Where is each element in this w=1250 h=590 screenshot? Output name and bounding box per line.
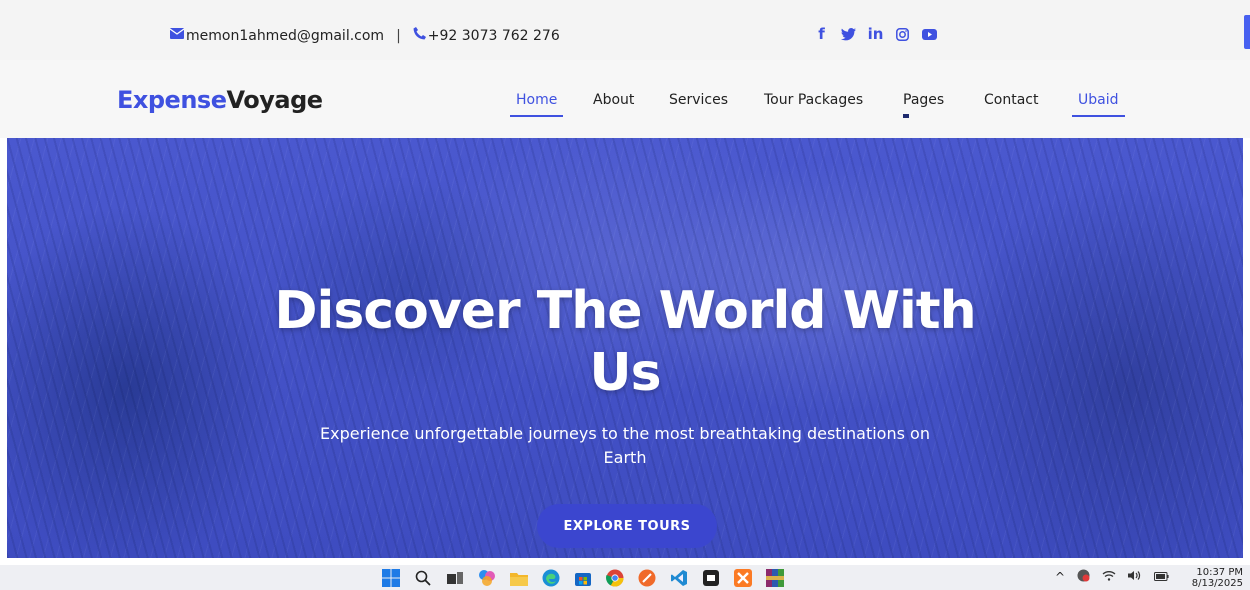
clock-time: 10:37 PM (1196, 567, 1243, 578)
envelope-icon (169, 28, 185, 43)
nav-contact-label: Contact (984, 92, 1039, 108)
file-explorer-icon[interactable] (508, 567, 530, 589)
hero-title-line1: Discover The World With (274, 281, 976, 341)
youtube-icon[interactable] (916, 24, 943, 44)
clock-date: 8/13/2025 (1191, 578, 1243, 589)
back-to-top-tab[interactable] (1244, 15, 1250, 49)
nav-home-label: Home (516, 92, 558, 108)
hero-subtitle: Experience unforgettable journeys to the… (275, 422, 975, 470)
system-tray: ^ (1055, 569, 1169, 585)
taskbar-apps (380, 566, 786, 590)
winrar-icon[interactable] (764, 567, 786, 589)
dropdown-indicator (903, 114, 909, 118)
chrome-icon[interactable] (604, 567, 626, 589)
hero-title: Discover The World With Us (7, 280, 1243, 404)
nav-tour-packages-label: Tour Packages (764, 92, 864, 108)
nav-user-ubaid[interactable]: Ubaid (1072, 90, 1125, 120)
contact-info: memon1ahmed@gmail.com | +92 3073 762 276 (169, 27, 560, 44)
hero-subtitle-line1: Experience unforgettable journeys to the… (320, 424, 930, 443)
windows-start-icon[interactable] (380, 567, 402, 589)
email-link[interactable]: memon1ahmed@gmail.com (186, 28, 384, 44)
hero-title-line2: Us (589, 343, 661, 403)
contact-separator: | (396, 27, 401, 44)
main-navbar: ExpenseVoyage Home About Services Tour P… (0, 60, 1250, 138)
nav-contact[interactable]: Contact (984, 90, 1038, 120)
social-links: f in (808, 24, 943, 44)
orange-app-icon[interactable] (636, 567, 658, 589)
facebook-icon[interactable]: f (808, 24, 835, 44)
nav-user-label: Ubaid (1078, 92, 1119, 108)
dark-app-icon[interactable] (700, 567, 722, 589)
xampp-icon[interactable] (732, 567, 754, 589)
system-clock[interactable]: 10:37 PM 8/13/2025 (1183, 567, 1243, 589)
task-view-icon[interactable] (444, 567, 466, 589)
nav-about[interactable]: About (593, 90, 634, 120)
battery-icon[interactable] (1154, 570, 1169, 584)
search-icon[interactable] (412, 567, 434, 589)
nav-menu: Home About Services Tour Packages Pages … (0, 90, 1250, 120)
linkedin-icon[interactable]: in (862, 24, 889, 44)
twitter-icon[interactable] (835, 24, 862, 44)
phone-icon (413, 27, 426, 44)
nav-about-label: About (593, 92, 635, 108)
nav-services[interactable]: Services (669, 90, 728, 120)
nav-pages[interactable]: Pages (903, 90, 944, 120)
nav-services-label: Services (669, 92, 729, 108)
tray-chevron-icon[interactable]: ^ (1055, 570, 1065, 584)
instagram-icon[interactable] (889, 24, 916, 44)
store-icon[interactable] (572, 567, 594, 589)
nav-pages-label: Pages (903, 92, 945, 108)
volume-icon[interactable] (1128, 570, 1142, 584)
phone-link[interactable]: +92 3073 762 276 (428, 28, 560, 44)
vscode-icon[interactable] (668, 567, 690, 589)
explore-tours-button[interactable]: EXPLORE TOURS (537, 504, 717, 548)
nav-home[interactable]: Home (510, 90, 564, 120)
nav-tour-packages[interactable]: Tour Packages (764, 90, 863, 120)
hero-subtitle-line2: Earth (603, 448, 647, 467)
copilot-icon[interactable] (476, 567, 498, 589)
nav-active-underline (510, 115, 564, 117)
edge-icon[interactable] (540, 567, 562, 589)
hero-banner: Discover The World With Us Experience un… (7, 138, 1243, 558)
nav-user-underline (1072, 115, 1125, 117)
network-blocked-icon[interactable] (1077, 569, 1090, 585)
wifi-icon[interactable] (1102, 570, 1116, 584)
windows-taskbar: ^ 10:37 PM 8/13/2025 (0, 565, 1250, 590)
